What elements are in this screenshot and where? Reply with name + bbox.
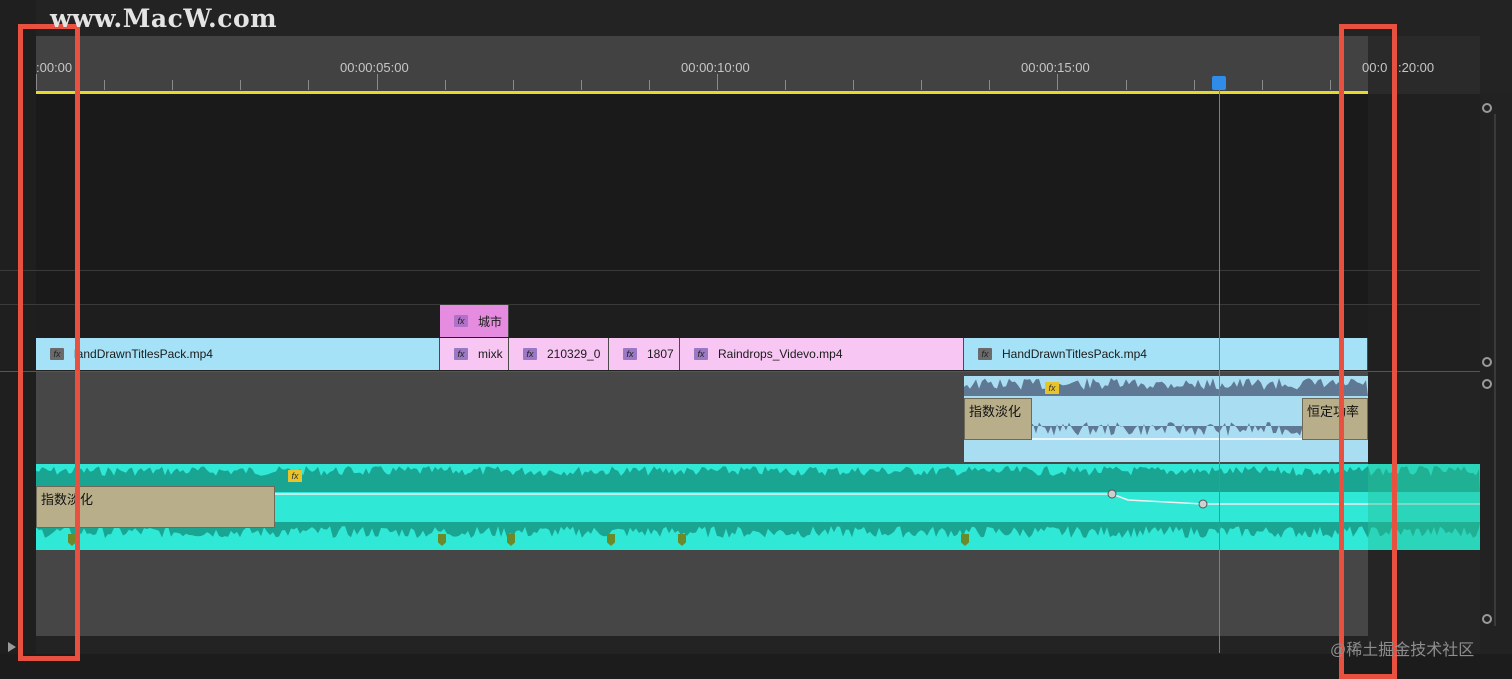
timecode-20-part2: :20:00 [1398, 60, 1435, 75]
playhead-line [1219, 88, 1220, 653]
fx-icon: fx [454, 348, 468, 360]
clip-1807[interactable]: fx 1807 [609, 338, 680, 370]
transition-exponential-fade-a1[interactable]: 指数淡化 [964, 398, 1032, 440]
clip-label: Raindrops_Videvo.mp4 [718, 347, 843, 361]
fx-icon: fx [978, 348, 992, 360]
credit-text: @稀土掘金技术社区 [1330, 642, 1475, 659]
timecode-5: 00:00:05:00 [340, 60, 409, 75]
track-divider [0, 304, 1480, 305]
video-track-v3-area [36, 94, 1368, 338]
scroll-handle-bottom[interactable] [1482, 614, 1492, 624]
fx-icon: fx [694, 348, 708, 360]
horizontal-scrollbar[interactable] [0, 654, 1512, 679]
fx-badge-a1[interactable]: fx [1045, 382, 1059, 394]
fx-icon: fx [454, 315, 468, 327]
clip-210329[interactable]: fx 210329_0 [509, 338, 609, 370]
play-triangle-icon[interactable] [8, 642, 16, 652]
scroll-track [1494, 114, 1496, 626]
clip-mixk[interactable]: fx mixk [440, 338, 509, 370]
clip-raindrops[interactable]: fx Raindrops_Videvo.mp4 [680, 338, 964, 370]
ruler-ticks [36, 74, 1331, 90]
highlight-box-end [1339, 24, 1397, 679]
fx-badge-a2[interactable]: fx [288, 470, 302, 482]
scroll-handle[interactable] [1482, 357, 1492, 367]
clip-label: HandDrawnTitlesPack.mp4 [1002, 347, 1147, 361]
playhead-handle[interactable] [1212, 76, 1226, 90]
scroll-handle[interactable] [1482, 379, 1492, 389]
clip-label: landDrawnTitlesPack.mp4 [74, 347, 213, 361]
highlight-box-start [18, 24, 80, 661]
timecode-15: 00:00:15:00 [1021, 60, 1090, 75]
track-divider [0, 270, 1480, 271]
fx-icon: fx [623, 348, 637, 360]
scroll-handle-top[interactable] [1482, 103, 1492, 113]
watermark: www.MacW.com [50, 4, 278, 33]
fx-icon: fx [523, 348, 537, 360]
video-track-v2 [36, 304, 1368, 338]
clip-handdrawn-titles-2[interactable]: fx HandDrawnTitlesPack.mp4 [964, 338, 1368, 370]
clip-v2-city[interactable]: fx 城市 [440, 305, 509, 337]
clip-label: 城市 [478, 314, 503, 329]
clip-label: 1807 [647, 347, 674, 361]
clip-label: mixk [478, 347, 503, 361]
vertical-scrollbar[interactable] [1480, 94, 1512, 654]
clip-label: 210329_0 [547, 347, 601, 361]
clip-handdrawn-titles-1[interactable]: fx landDrawnTitlesPack.mp4 [36, 338, 440, 370]
timecode-10: 00:00:10:00 [681, 60, 750, 75]
audio-track-a3 [36, 550, 1368, 636]
